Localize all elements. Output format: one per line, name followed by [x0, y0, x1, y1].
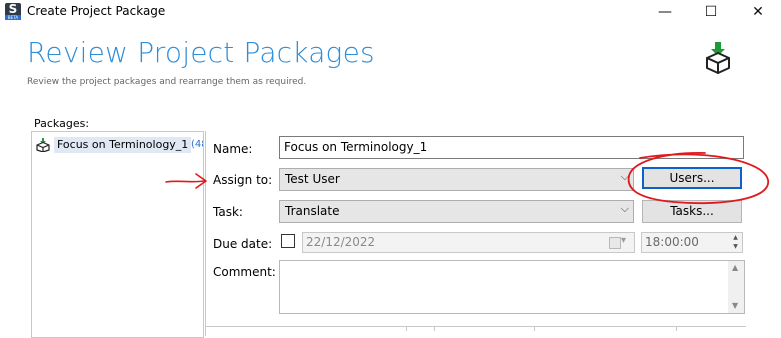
- page-subtitle: Review the project packages and rearrang…: [27, 77, 307, 87]
- minimize-button[interactable]: —: [642, 0, 688, 24]
- packages-list[interactable]: Focus on Terminology_1 (48: [31, 131, 204, 338]
- spinner-arrows-icon[interactable]: ▲ ▼: [730, 233, 741, 252]
- comment-label: Comment:: [213, 265, 276, 279]
- assign-to-label: Assign to:: [213, 173, 273, 187]
- users-button[interactable]: Users...: [642, 167, 742, 189]
- due-date-label: Due date:: [213, 237, 273, 251]
- chevron-down-icon: ⌵: [620, 202, 629, 215]
- due-time-input[interactable]: 18:00:00 ▲ ▼: [641, 232, 743, 253]
- task-label: Task:: [213, 205, 243, 219]
- chevron-down-icon[interactable]: ▾: [621, 235, 626, 246]
- due-time-value: 18:00:00: [645, 235, 699, 249]
- app-icon-letter: S: [8, 2, 18, 16]
- close-button[interactable]: ✕: [735, 0, 781, 24]
- assign-to-select[interactable]: Test User ⌵: [279, 168, 634, 191]
- package-download-icon: [706, 42, 730, 74]
- name-input-value: Focus on Terminology_1: [284, 140, 428, 154]
- due-date-value: 22/12/2022: [306, 235, 376, 249]
- app-icon-badge: BETA: [5, 15, 21, 20]
- comment-textarea[interactable]: ▲ ▼: [279, 260, 745, 314]
- task-value: Translate: [285, 204, 340, 218]
- maximize-button[interactable]: ☐: [688, 0, 734, 24]
- assign-to-value: Test User: [285, 172, 340, 186]
- calendar-icon[interactable]: [609, 237, 621, 249]
- tasks-button[interactable]: Tasks...: [642, 200, 742, 223]
- packages-label: Packages:: [34, 117, 90, 130]
- due-date-input[interactable]: 22/12/2022 ▾: [302, 232, 635, 253]
- scroll-down-icon[interactable]: ▼: [732, 301, 738, 310]
- page-title: Review Project Packages: [27, 36, 375, 69]
- scroll-up-icon[interactable]: ▲: [732, 263, 738, 272]
- window-title: Create Project Package: [27, 4, 166, 18]
- package-icon: [36, 138, 50, 152]
- task-select[interactable]: Translate ⌵: [279, 200, 634, 223]
- comment-scrollbar[interactable]: ▲ ▼: [728, 261, 744, 313]
- package-name: Focus on Terminology_1: [54, 137, 192, 153]
- due-date-checkbox[interactable]: [281, 234, 295, 248]
- package-file-count: (48: [191, 139, 203, 150]
- name-input[interactable]: Focus on Terminology_1: [279, 136, 744, 159]
- files-table-header: [206, 326, 746, 331]
- name-label: Name:: [213, 142, 253, 156]
- chevron-down-icon: ⌵: [620, 170, 629, 183]
- app-icon: S BETA: [5, 2, 21, 20]
